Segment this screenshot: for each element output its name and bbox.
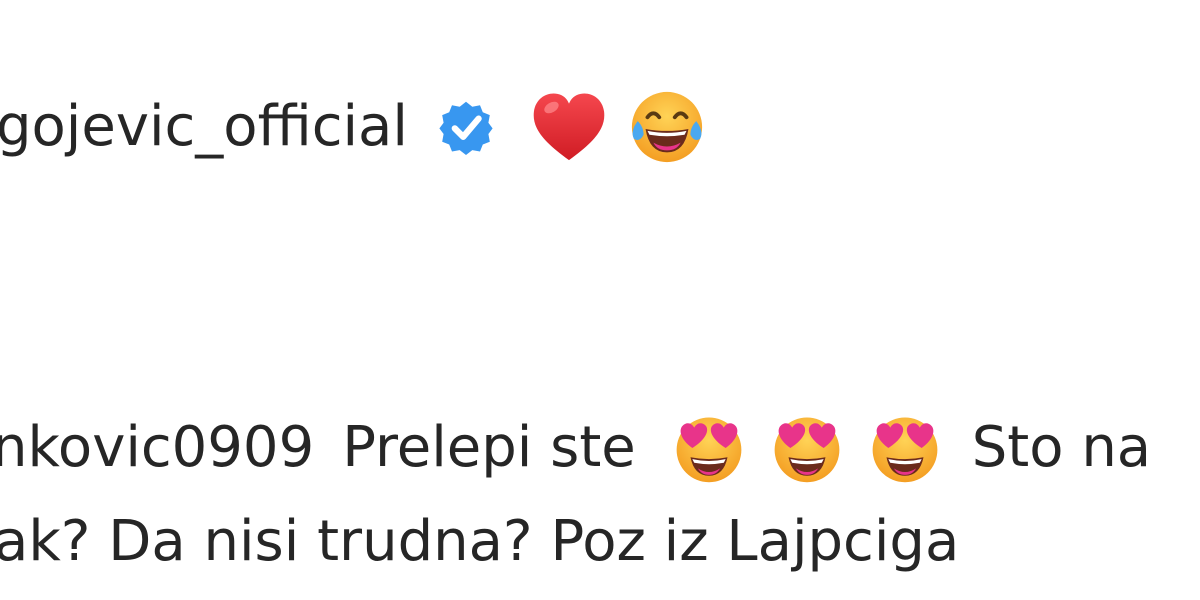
comment-text-continued: Sto na [971,415,1152,480]
tears-of-joy-icon [631,91,703,163]
comment-1: gojevic_official [0,88,706,166]
comment-2: nkovic0909 Prelepi ste Sto na ak? Da nis… [0,415,1152,572]
comment-username[interactable]: gojevic_official [0,99,408,155]
comment-text: Prelepi ste [342,415,636,480]
comment-line-2: ak? Da nisi trudna? Poz iz Lajpciga [0,512,1151,572]
heart-eyes-icon [872,417,938,483]
comment-line-1: nkovic0909 Prelepi ste Sto na [0,415,1152,483]
heart-eyes-icon [774,417,840,483]
comment-text-line2: ak? Da nisi trudna? Poz iz Lajpciga [0,509,960,574]
heart-eyes-icon [676,417,742,483]
red-heart-icon [533,93,605,161]
comment-username[interactable]: nkovic0909 [0,420,314,476]
verified-badge-icon [439,101,493,155]
